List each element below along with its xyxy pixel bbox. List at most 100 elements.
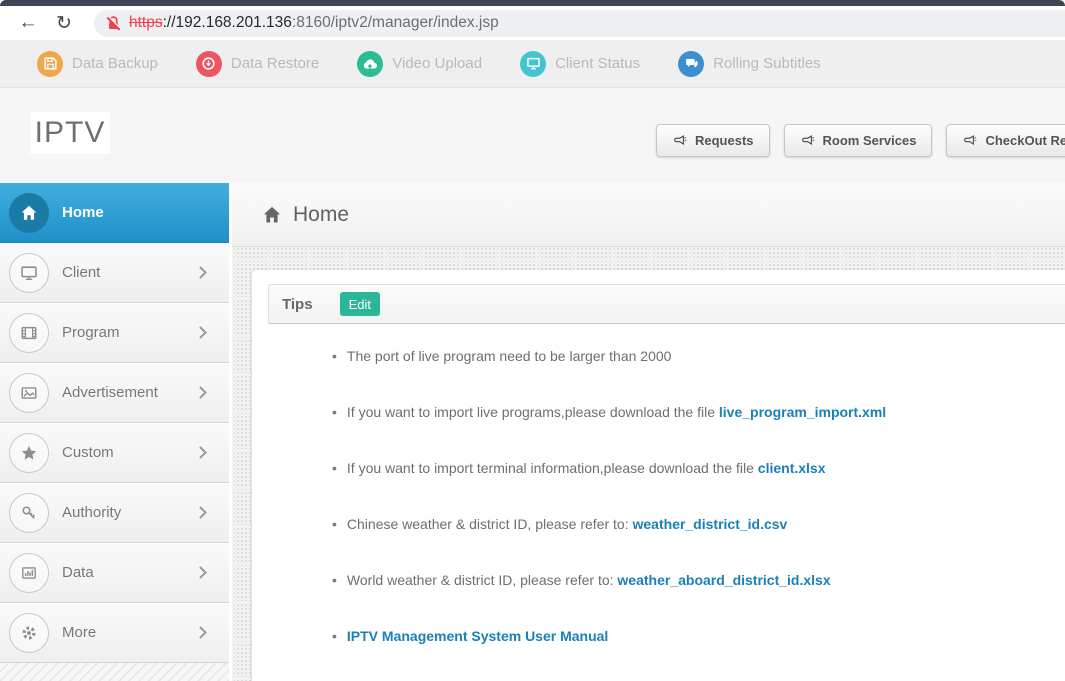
tip-link[interactable]: IPTV Management System User Manual	[347, 628, 608, 644]
button-label: CheckOut Requests	[985, 133, 1065, 148]
sidebar-item-label: Home	[62, 204, 104, 221]
toolbar-item-label: Client Status	[555, 55, 641, 72]
sidebar-item-label: Advertisement	[62, 384, 158, 401]
room-services-button[interactable]: Room Services	[783, 124, 933, 157]
toolbar-item-label: Video Upload	[392, 55, 483, 72]
megaphone-icon	[674, 134, 687, 145]
tip-item: • The port of live program need to be lar…	[332, 348, 1065, 365]
toolbar-item-client-status[interactable]: Client Status	[520, 50, 641, 77]
toolbar-item-label: Data Restore	[230, 55, 320, 72]
bar-chart-icon	[9, 552, 49, 593]
bullet-icon: •	[332, 516, 337, 532]
toolbar-item-rolling-subtitles[interactable]: Rolling Subtitles	[678, 50, 821, 77]
home-icon	[263, 206, 281, 222]
chevron-right-icon	[199, 566, 207, 579]
home-icon	[9, 192, 49, 233]
page-title: Home	[293, 202, 350, 226]
sidebar-item-program[interactable]: Program	[0, 303, 229, 363]
checkout-requests-button[interactable]: CheckOut Requests	[946, 124, 1065, 157]
url-path: :8160/iptv2/manager/index.jsp	[291, 14, 499, 31]
key-icon	[9, 492, 49, 533]
star-icon	[9, 432, 49, 473]
tips-title: Tips	[282, 295, 313, 313]
page-header: IPTV Requests Room Services CheckOut Req…	[0, 88, 1065, 183]
browser-refresh-button[interactable]: ↻	[46, 12, 82, 35]
gear-icon	[9, 612, 49, 653]
tips-panel: Tips Edit • The port of live program need…	[252, 270, 1065, 681]
breadcrumb: Home	[232, 183, 1065, 247]
monitor-icon	[9, 252, 49, 293]
address-bar[interactable]: https://192.168.201.136:8160/iptv2/manag…	[94, 9, 1065, 37]
tip-link[interactable]: weather_aboard_district_id.xlsx	[617, 572, 830, 588]
requests-button[interactable]: Requests	[656, 124, 770, 157]
sidebar-item-authority[interactable]: Authority	[0, 483, 229, 543]
toolbar-item-data-backup[interactable]: Data Backup	[37, 50, 158, 77]
chevron-right-icon	[199, 266, 207, 279]
sidebar-item-label: Client	[62, 264, 101, 281]
sidebar-item-custom[interactable]: Custom	[0, 423, 229, 483]
sidebar-item-label: Authority	[62, 504, 122, 521]
tip-text: World weather & district ID, please refe…	[346, 572, 618, 588]
toolbar-item-label: Data Backup	[72, 55, 158, 72]
button-label: Room Services	[822, 133, 917, 148]
sidebar-filler	[0, 663, 229, 681]
button-label: Requests	[695, 133, 754, 148]
bullet-icon: •	[332, 628, 337, 644]
tip-text: Chinese weather & district ID, please re…	[346, 516, 633, 532]
image-icon	[9, 372, 49, 413]
tip-link[interactable]: weather_district_id.csv	[632, 516, 787, 532]
floppy-disk-icon	[37, 50, 63, 77]
chat-bubbles-icon	[678, 50, 705, 77]
tip-text: If you want to import live programs,plea…	[346, 404, 719, 420]
toolbar-item-video-upload[interactable]: Video Upload	[357, 50, 483, 77]
tip-text: The port of live program need to be larg…	[346, 348, 672, 364]
bullet-icon: •	[332, 572, 337, 588]
tip-link[interactable]: client.xlsx	[758, 460, 826, 476]
film-icon	[9, 312, 49, 353]
chevron-right-icon	[199, 386, 207, 399]
tips-panel-header: Tips Edit	[268, 284, 1065, 324]
main-layout: Home Client Program Advertisement Custom…	[0, 183, 1065, 681]
insecure-lock-slash-icon	[106, 15, 122, 31]
download-circle-icon	[195, 50, 222, 77]
tip-item: • World weather & district ID, please ref…	[332, 572, 1065, 589]
bullet-icon: •	[332, 404, 337, 420]
cloud-upload-icon	[357, 50, 384, 77]
edit-button[interactable]: Edit	[339, 292, 380, 316]
content-area: Home Tips Edit • The port of live program…	[232, 183, 1065, 681]
chevron-right-icon	[199, 326, 207, 339]
monitor-icon	[520, 50, 547, 77]
sidebar-item-advertisement[interactable]: Advertisement	[0, 363, 229, 423]
sidebar-item-label: Data	[62, 564, 94, 581]
sidebar-item-label: Custom	[62, 444, 114, 461]
toolbar-item-label: Rolling Subtitles	[713, 55, 821, 72]
browser-back-button[interactable]: ←	[10, 12, 46, 34]
iptv-logo: IPTV	[30, 112, 110, 154]
header-buttons: Requests Room Services CheckOut Requests	[656, 124, 1065, 157]
chevron-right-icon	[199, 506, 207, 519]
sidebar-nav: Home Client Program Advertisement Custom…	[0, 183, 229, 681]
tip-item: • Chinese weather & district ID, please r…	[332, 516, 1065, 533]
sidebar-item-home[interactable]: Home	[0, 183, 229, 243]
tips-list: • The port of live program need to be lar…	[268, 324, 1065, 645]
megaphone-icon	[801, 134, 814, 145]
sidebar-item-label: More	[62, 624, 97, 641]
browser-chrome: ← ↻ https://192.168.201.136:8160/iptv2/m…	[0, 6, 1065, 40]
chevron-right-icon	[199, 446, 207, 459]
sidebar-item-data[interactable]: Data	[0, 543, 229, 603]
tip-text: If you want to import terminal informati…	[346, 460, 758, 476]
chevron-right-icon	[199, 626, 207, 639]
megaphone-icon	[964, 134, 977, 145]
sidebar-item-client[interactable]: Client	[0, 243, 229, 303]
sidebar-item-label: Program	[62, 324, 120, 341]
url-scheme: https	[129, 14, 163, 31]
sidebar-item-more[interactable]: More	[0, 603, 229, 663]
tip-item: • If you want to import terminal informat…	[332, 460, 1065, 477]
tip-item: • If you want to import live programs,ple…	[332, 404, 1065, 421]
url-host: ://192.168.201.136	[162, 14, 292, 31]
tip-link[interactable]: live_program_import.xml	[719, 404, 886, 420]
bullet-icon: •	[332, 348, 337, 364]
quick-actions-toolbar: Data Backup Data Restore Video Upload Cl…	[0, 40, 1065, 88]
toolbar-item-data-restore[interactable]: Data Restore	[195, 50, 320, 77]
tip-item: • IPTV Management System User Manual	[332, 628, 1065, 645]
